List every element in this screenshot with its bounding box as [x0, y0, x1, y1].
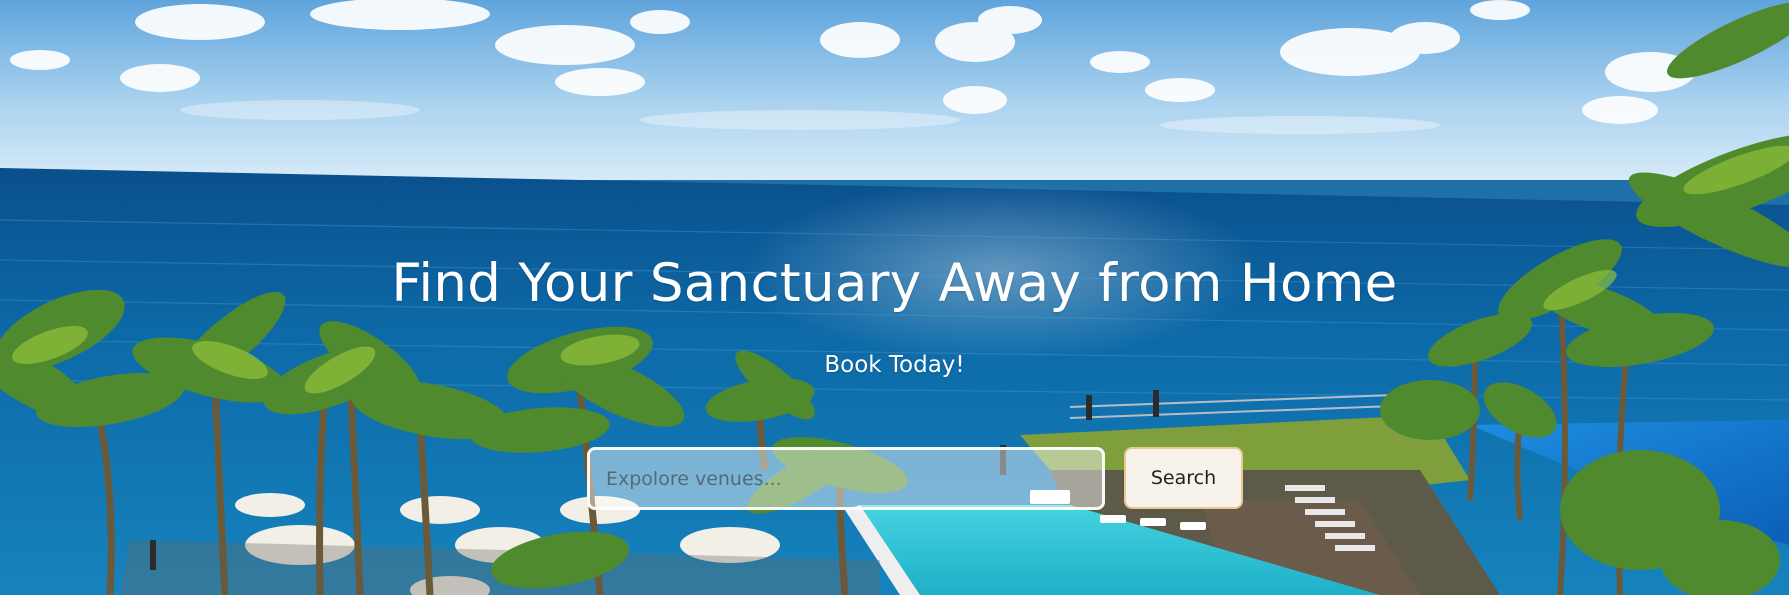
search-input[interactable] [587, 447, 1105, 510]
hero-content: Find Your Sanctuary Away from Home Book … [0, 0, 1789, 595]
hero-section: Find Your Sanctuary Away from Home Book … [0, 0, 1789, 595]
hero-subtitle: Book Today! [824, 352, 965, 378]
search-form: Search [587, 447, 1243, 510]
search-button[interactable]: Search [1124, 447, 1243, 509]
hero-title: Find Your Sanctuary Away from Home [391, 253, 1398, 314]
